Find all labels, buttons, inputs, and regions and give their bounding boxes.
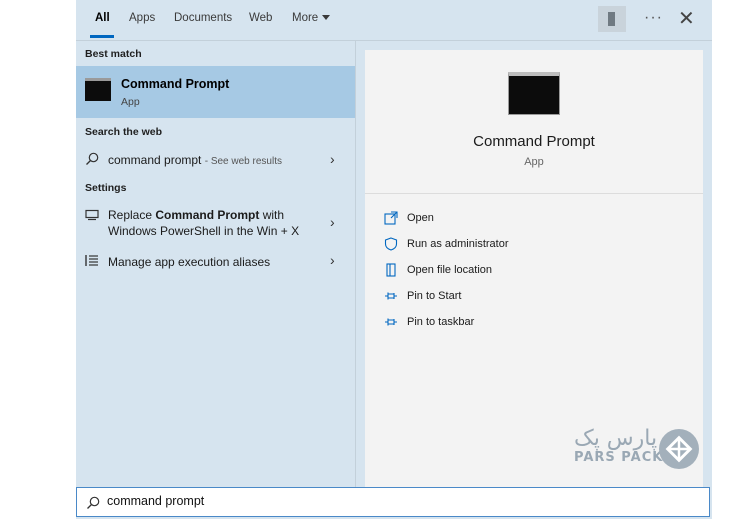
parspack-watermark: پارس پک PARS PACK [574,420,714,476]
shield-icon [384,237,398,251]
setting-replace-text: Replace Command Prompt with Windows Power… [108,207,299,239]
tab-apps[interactable]: Apps [129,12,155,24]
settings-heading: Settings [85,182,127,194]
search-panel: All Apps Documents Web More ··· ✕ Best m… [76,0,712,519]
tab-all[interactable]: All [95,12,110,24]
action-open[interactable]: Open [384,209,684,229]
chevron-down-icon [322,15,331,21]
action-pin-to-start-label: Pin to Start [407,290,462,302]
setting-replace-post: with [259,208,285,222]
action-run-as-admin[interactable]: Run as administrator [384,235,684,255]
search-box[interactable] [76,487,710,517]
action-open-file-location[interactable]: Open file location [384,261,684,281]
setting-replace-pre: Replace [108,208,156,222]
avatar[interactable] [598,6,626,32]
setting-item-replace[interactable]: Replace Command Prompt with Windows Power… [76,204,355,244]
chevron-right-icon[interactable]: › [330,214,335,230]
filter-tabs: All Apps Documents Web More ··· ✕ [76,0,712,40]
web-suffix: - See web results [204,156,282,167]
setting-aliases-text: Manage app execution aliases [108,255,271,269]
action-run-as-admin-label: Run as administrator [407,238,509,250]
search-icon [87,496,100,509]
action-pin-to-start[interactable]: Pin to Start [384,287,684,307]
more-options-button[interactable]: ··· [644,9,663,27]
command-prompt-icon [85,78,111,101]
setting-item-aliases[interactable]: Manage app execution aliases › [76,250,355,274]
pin-icon [385,318,397,326]
action-pin-to-taskbar-label: Pin to taskbar [407,316,475,328]
action-open-file-location-label: Open file location [407,264,492,276]
search-input[interactable] [107,494,687,508]
setting-replace-bold: Command Prompt [155,208,260,222]
parspack-logo-icon [659,429,699,469]
search-icon [86,152,99,165]
close-button[interactable]: ✕ [678,6,695,31]
detail-divider [365,193,703,194]
detail-subtitle: App [524,156,544,168]
best-match-subtitle: App [121,96,140,108]
web-result-item[interactable]: command prompt - See web results › [76,146,355,174]
tab-documents[interactable]: Documents [174,12,232,24]
active-tab-indicator [90,35,114,38]
action-open-label: Open [407,212,434,224]
list-icon [85,255,98,266]
tab-web[interactable]: Web [249,12,272,24]
watermark-en-text: PARS PACK [574,450,664,465]
web-query: command prompt [108,153,202,167]
monitor-icon [85,209,99,221]
watermark-fa-text: پارس پک [574,426,658,451]
detail-title: Command Prompt [473,133,595,150]
open-icon [384,211,398,225]
tabs-divider [76,40,712,41]
chevron-right-icon[interactable]: › [330,252,335,268]
setting-replace-line2: Windows PowerShell in the Win + X [108,224,300,238]
command-prompt-icon [508,72,560,115]
file-location-icon [386,263,396,277]
best-match-heading: Best match [85,48,142,60]
web-result-text: command prompt - See web results [108,152,282,170]
action-pin-to-taskbar[interactable]: Pin to taskbar [384,313,684,333]
best-match-item[interactable]: Command Prompt App [76,66,355,118]
pin-icon [385,292,397,300]
column-divider [355,41,356,487]
best-match-title: Command Prompt [121,77,230,91]
chevron-right-icon[interactable]: › [330,151,335,167]
tab-more-label: More [292,12,319,24]
search-web-heading: Search the web [85,126,163,138]
tab-more[interactable]: More [292,12,331,24]
